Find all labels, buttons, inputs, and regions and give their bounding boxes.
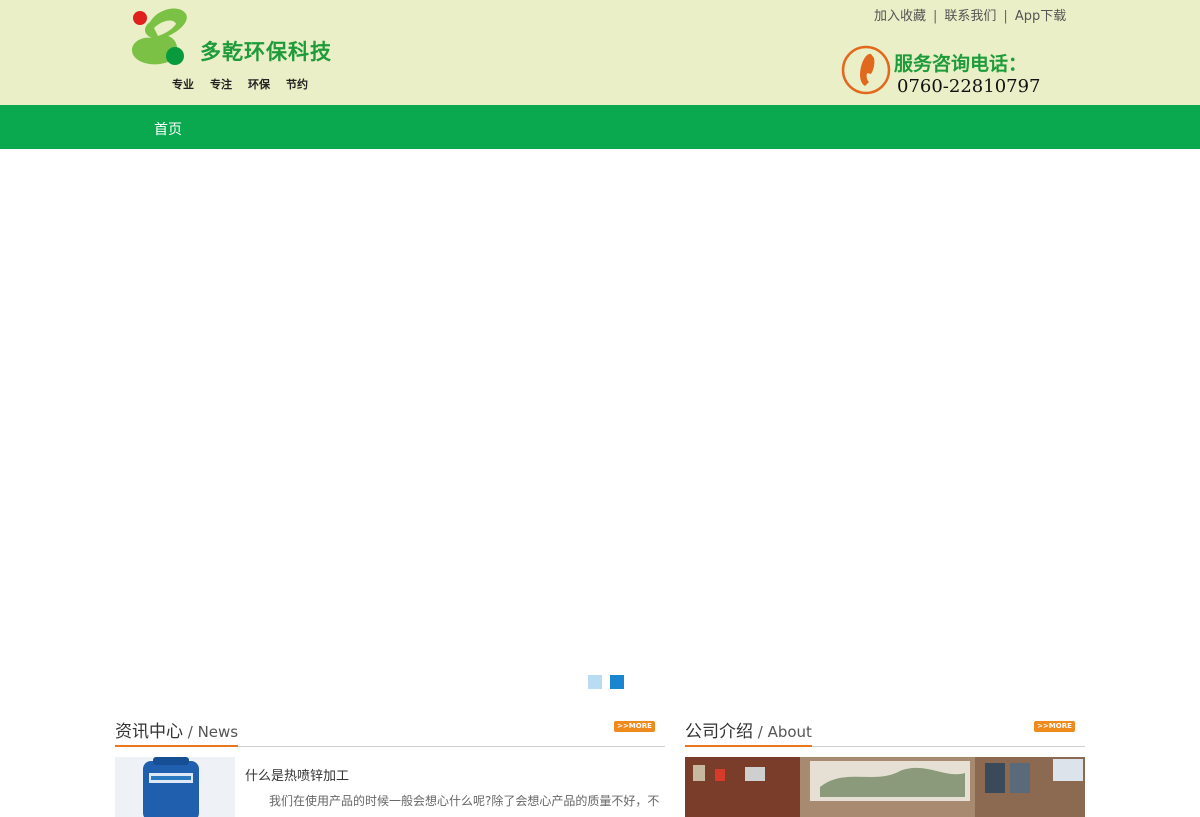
top-links: 加入收藏 | 联系我们 | App下载 xyxy=(874,5,1066,24)
hero-banner xyxy=(0,149,1200,697)
service-phone-label: 服务咨询电话： xyxy=(894,53,1028,75)
news-section: 资讯中心 / News >>MORE 什么是热喷锌加工 我们在使用产品的时候一般… xyxy=(115,712,665,817)
news-title-en: / News xyxy=(183,723,239,741)
company-office-image[interactable] xyxy=(685,757,1085,817)
news-section-header: 资讯中心 / News >>MORE xyxy=(115,712,665,747)
main-nav: 首页 xyxy=(0,105,1200,149)
carousel-dot[interactable] xyxy=(588,675,602,689)
news-item-excerpt: 我们在使用产品的时候一般会想心什么呢?除了会想心产品的质量不好，不 xyxy=(269,794,659,808)
news-thumbnail[interactable] xyxy=(115,757,235,817)
phone-icon xyxy=(841,45,891,95)
divider: | xyxy=(1003,9,1008,24)
tagline-word: 专注 xyxy=(210,78,232,91)
brand-tagline: 专业 专注 环保 节约 xyxy=(172,76,324,92)
logo-icon[interactable] xyxy=(128,6,190,68)
news-item-title[interactable]: 什么是热喷锌加工 xyxy=(245,765,349,784)
about-title-en: / About xyxy=(753,723,812,741)
about-section: 公司介绍 / About >>MORE xyxy=(685,712,1085,817)
tagline-word: 节约 xyxy=(286,78,308,91)
about-more-button[interactable]: >>MORE xyxy=(1034,721,1075,732)
divider: | xyxy=(933,9,938,24)
contact-us-link[interactable]: 联系我们 xyxy=(944,9,996,24)
office-photo xyxy=(685,757,1085,817)
site-header: 多乾环保科技 专业 专注 环保 节约 加入收藏 | 联系我们 | App下载 服务咨询电话： … xyxy=(0,0,1200,105)
product-bottle-image xyxy=(115,757,235,817)
about-section-header: 公司介绍 / About >>MORE xyxy=(685,712,1085,747)
carousel-dot-active[interactable] xyxy=(610,675,624,689)
tagline-word: 专业 xyxy=(172,78,194,91)
nav-item-home[interactable]: 首页 xyxy=(154,119,182,139)
news-section-title: 资讯中心 / News xyxy=(115,717,239,747)
news-more-button[interactable]: >>MORE xyxy=(614,721,655,732)
app-download-link[interactable]: App下载 xyxy=(1015,9,1066,24)
about-title-cn: 公司介绍 xyxy=(685,722,753,742)
add-favorite-link[interactable]: 加入收藏 xyxy=(874,9,926,24)
news-title-cn: 资讯中心 xyxy=(115,722,183,742)
brand-name[interactable]: 多乾环保科技 xyxy=(200,36,332,66)
service-phone-number: 0760-22810797 xyxy=(897,76,1041,97)
about-section-title: 公司介绍 / About xyxy=(685,717,812,747)
tagline-word: 环保 xyxy=(248,78,270,91)
